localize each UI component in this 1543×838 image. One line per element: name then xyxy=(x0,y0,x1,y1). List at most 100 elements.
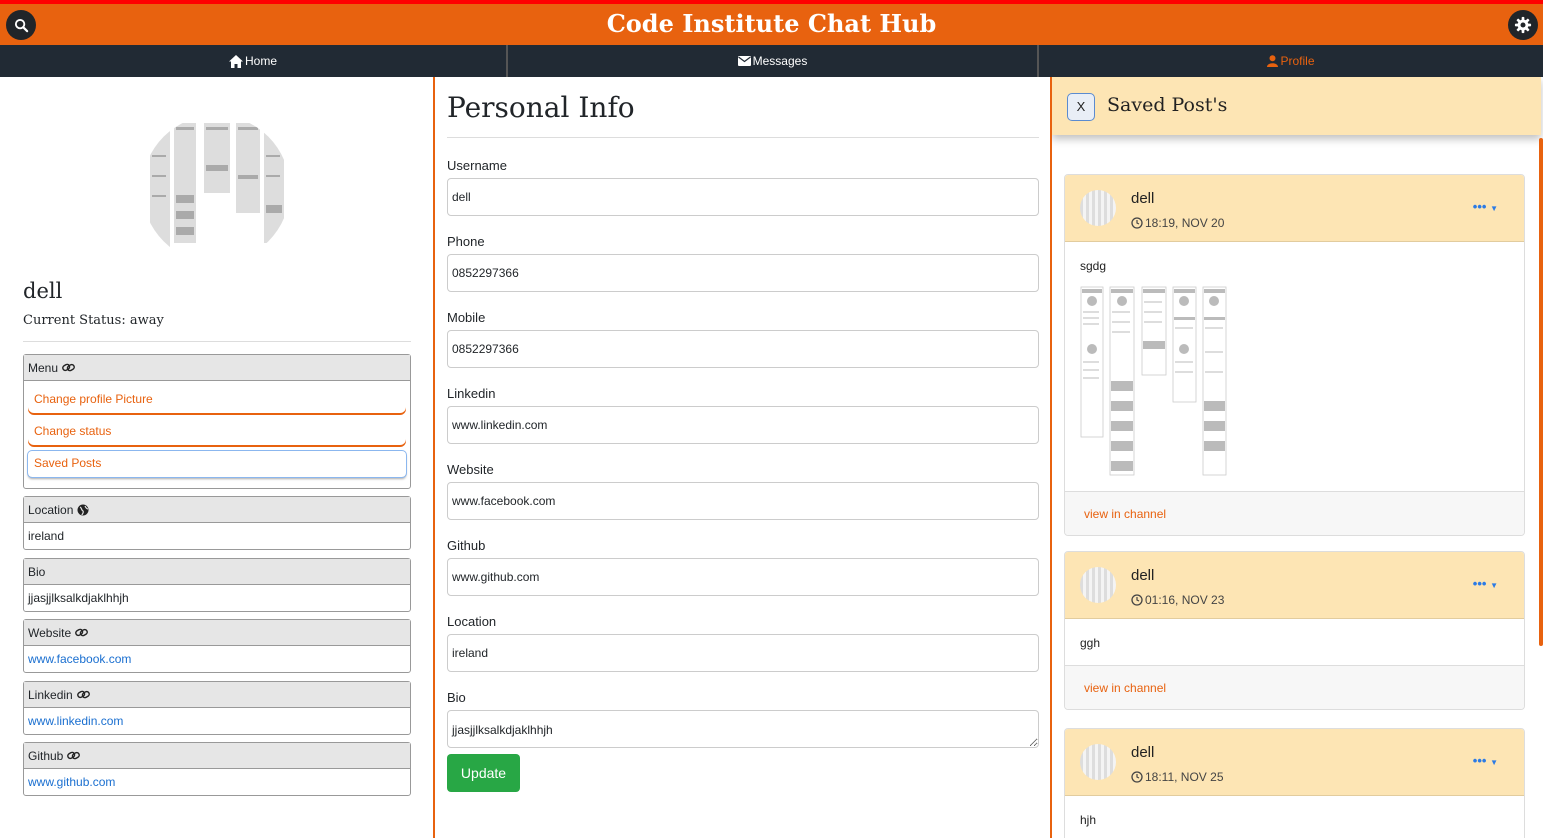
clock-icon xyxy=(1131,771,1143,783)
post-header: dell 01:16, NOV 23 ••• ▼ xyxy=(1065,552,1524,619)
saved-posts-title: Saved Post's xyxy=(1107,94,1228,116)
view-in-channel-link[interactable]: view in channel xyxy=(1084,507,1166,521)
location-input[interactable] xyxy=(447,634,1039,672)
post-time-text: 18:19, NOV 20 xyxy=(1145,216,1225,230)
tab-messages[interactable]: Messages xyxy=(508,45,1039,77)
linkedin-link[interactable]: www.linkedin.com xyxy=(28,714,123,728)
post-text: hjh xyxy=(1080,813,1097,827)
caret-down-icon: ▼ xyxy=(1490,204,1498,213)
change-status-link[interactable]: Change status xyxy=(28,419,406,445)
tab-messages-label: Messages xyxy=(752,54,808,68)
location-title: Location xyxy=(28,503,74,517)
location-label: Location xyxy=(447,614,497,629)
post-options-dropdown[interactable]: ••• ▼ xyxy=(1473,753,1498,768)
bio-label: Bio xyxy=(447,690,466,705)
close-button[interactable]: X xyxy=(1067,93,1095,121)
github-header: Github xyxy=(24,743,410,769)
tab-profile-label: Profile xyxy=(1280,54,1315,68)
home-icon xyxy=(228,54,243,68)
menu-title: Menu xyxy=(28,361,59,375)
post-time-text: 01:16, NOV 23 xyxy=(1145,593,1225,607)
update-button[interactable]: Update xyxy=(447,754,520,792)
github-label: Github xyxy=(447,538,486,553)
post-author: dell xyxy=(1131,190,1155,207)
column-divider xyxy=(433,77,435,838)
post-time: 18:11, NOV 25 xyxy=(1131,770,1224,784)
bio-title: Bio xyxy=(28,565,46,579)
post-author: dell xyxy=(1131,744,1155,761)
linkedin-header: Linkedin xyxy=(24,682,410,708)
post-text: ggh xyxy=(1080,636,1101,650)
link-icon xyxy=(62,363,75,372)
tab-home[interactable]: Home xyxy=(0,45,508,77)
username-label: Username xyxy=(447,158,507,173)
post-options-dropdown[interactable]: ••• ▼ xyxy=(1473,199,1498,214)
post-body: sgdg xyxy=(1065,242,1524,491)
caret-down-icon: ▼ xyxy=(1490,581,1498,590)
website-link[interactable]: www.facebook.com xyxy=(28,652,131,666)
user-icon xyxy=(1267,55,1279,67)
mobile-label: Mobile xyxy=(447,310,486,325)
post-time: 18:19, NOV 20 xyxy=(1131,216,1224,230)
app-title: Code Institute Chat Hub xyxy=(606,9,937,38)
caret-down-icon: ▼ xyxy=(1490,758,1498,767)
post-body: hjh xyxy=(1065,796,1524,838)
saved-post-card: dell 18:11, NOV 25 ••• ▼ hjh xyxy=(1064,728,1525,838)
bio-value: jjasjjlksalkdjaklhhjh xyxy=(28,591,129,605)
post-header: dell 18:19, NOV 20 ••• ▼ xyxy=(1065,175,1524,242)
post-options-dots: ••• xyxy=(1472,576,1487,591)
linkedin-input[interactable] xyxy=(447,406,1039,444)
linkedin-title: Linkedin xyxy=(28,688,73,702)
username-input[interactable] xyxy=(447,178,1039,216)
website-input[interactable] xyxy=(447,482,1039,520)
menu-header: Menu xyxy=(24,355,410,381)
settings-button[interactable] xyxy=(1508,10,1538,40)
post-header: dell 18:11, NOV 25 ••• ▼ xyxy=(1065,729,1524,796)
clock-icon xyxy=(1131,594,1143,606)
post-time-text: 18:11, NOV 25 xyxy=(1145,770,1224,784)
github-box: Github www.github.com xyxy=(23,742,411,796)
gear-icon xyxy=(1514,16,1532,34)
linkedin-box: Linkedin www.linkedin.com xyxy=(23,681,411,735)
menu-box: Menu Change profile Picture Change statu… xyxy=(23,354,411,489)
link-icon xyxy=(76,690,90,699)
post-footer: view in channel xyxy=(1065,665,1524,709)
location-box: Location ireland xyxy=(23,496,411,550)
link-icon xyxy=(67,751,81,760)
post-text: sgdg xyxy=(1080,259,1107,273)
post-body: ggh xyxy=(1065,619,1524,665)
saved-posts-link[interactable]: Saved Posts xyxy=(28,451,406,477)
avatar xyxy=(1080,744,1116,780)
link-icon xyxy=(75,628,89,637)
clock-icon xyxy=(1131,217,1143,229)
tab-profile[interactable]: Profile xyxy=(1039,45,1543,77)
bio-header: Bio xyxy=(24,559,410,585)
change-profile-picture-link[interactable]: Change profile Picture xyxy=(28,387,406,413)
github-title: Github xyxy=(28,749,64,763)
website-header: Website xyxy=(24,620,410,646)
github-input[interactable] xyxy=(447,558,1039,596)
bio-box: Bio jjasjjlksalkdjaklhhjh xyxy=(23,558,411,612)
github-link[interactable]: www.github.com xyxy=(28,775,115,789)
saved-posts-panel: X Saved Post's dell 18:19, NOV 20 ••• ▼ … xyxy=(1052,77,1543,838)
post-options-dots: ••• xyxy=(1472,199,1487,214)
post-footer: view in channel xyxy=(1065,491,1524,535)
mobile-input[interactable] xyxy=(447,330,1039,368)
scrollbar[interactable] xyxy=(1539,138,1543,646)
view-in-channel-link[interactable]: view in channel xyxy=(1084,681,1166,695)
post-options-dots: ••• xyxy=(1472,753,1487,768)
app-header: Code Institute Chat Hub xyxy=(0,0,1543,45)
profile-sidebar: dell Current Status: away Menu Change pr… xyxy=(0,77,434,838)
bio-textarea[interactable]: jjasjjlksalkdjaklhhjh xyxy=(447,710,1039,748)
post-image xyxy=(1080,281,1228,476)
post-time: 01:16, NOV 23 xyxy=(1131,593,1224,607)
saved-post-card: dell 18:19, NOV 20 ••• ▼ sgdg view in ch… xyxy=(1064,174,1525,536)
post-options-dropdown[interactable]: ••• ▼ xyxy=(1473,576,1498,591)
tab-home-label: Home xyxy=(244,54,277,68)
phone-input[interactable] xyxy=(447,254,1039,292)
personal-info-heading: Personal Info xyxy=(447,91,635,124)
linkedin-label: Linkedin xyxy=(447,386,496,401)
main-nav: Home Messages Profile xyxy=(0,45,1543,77)
globe-icon xyxy=(77,504,89,516)
website-label: Website xyxy=(447,462,494,477)
